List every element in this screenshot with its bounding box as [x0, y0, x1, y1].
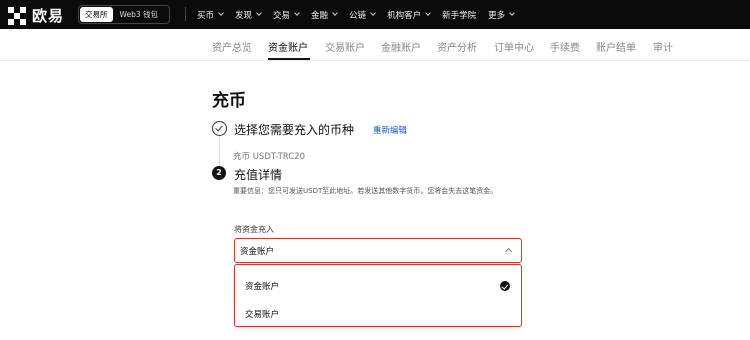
deposit-to-label: 将资金充入 — [234, 225, 274, 234]
chevron-down-icon — [332, 10, 338, 16]
tab-order-center[interactable]: 订单中心 — [494, 39, 534, 54]
account-subnav: 资产总览 资金账户 交易账户 金融账户 资产分析 订单中心 手续费 账户结单 审… — [0, 29, 750, 61]
chevron-down-icon — [370, 10, 376, 16]
tab-audit[interactable]: 审计 — [653, 39, 673, 54]
selected-check-icon — [500, 281, 510, 291]
step-complete-check-icon — [212, 121, 227, 136]
important-notice: 重要信息：您只可发送USDT至此地址。若发送其他数字货币，您将会失去这笔资金。 — [233, 187, 498, 195]
reedit-link[interactable]: 重新编辑 — [373, 124, 407, 136]
tab-asset-analysis[interactable]: 资产分析 — [437, 39, 477, 54]
menu-label: 发现 — [235, 10, 253, 21]
menu-finance[interactable]: 金融 — [311, 9, 338, 21]
brand-logo[interactable]: 欧易 — [8, 5, 64, 26]
chevron-up-icon — [504, 247, 513, 256]
menu-label: 更多 — [488, 10, 506, 21]
tab-fees[interactable]: 手续费 — [550, 39, 580, 54]
menu-label: 公链 — [349, 10, 367, 21]
chevron-down-icon — [218, 10, 224, 16]
nav-divider — [185, 7, 186, 21]
menu-label: 买币 — [197, 10, 215, 21]
menu-label: 机构客户 — [387, 10, 422, 21]
menu-discover[interactable]: 发现 — [235, 9, 262, 21]
option-funding-account[interactable]: 资金账户 — [245, 280, 279, 292]
menu-academy[interactable]: 新手学院 — [442, 9, 476, 21]
chevron-down-icon — [256, 10, 262, 16]
active-tab-indicator — [268, 58, 310, 60]
tab-statements[interactable]: 账户结单 — [596, 39, 636, 54]
tab-funding-account[interactable]: 资金账户 — [268, 39, 308, 54]
menu-label: 金融 — [311, 10, 329, 21]
menu-public-chain[interactable]: 公链 — [349, 9, 376, 21]
deposit-account-select[interactable]: 资金账户 — [234, 238, 522, 263]
tab-earn-account[interactable]: 金融账户 — [381, 39, 421, 54]
step-connector — [219, 137, 220, 165]
step1-title: 选择您需要充入的币种 — [234, 123, 355, 137]
okx-logo-icon — [8, 6, 28, 25]
top-nav: 欧易 交易所 Web3 钱包 买币 发现 交易 金融 公链 机构客户 新手学院 … — [0, 0, 750, 29]
chevron-down-icon — [294, 10, 300, 16]
menu-trade[interactable]: 交易 — [273, 9, 300, 21]
chevron-down-icon — [425, 10, 431, 16]
select-value: 资金账户 — [240, 247, 275, 257]
menu-institutional[interactable]: 机构客户 — [387, 9, 431, 21]
exchange-toggle[interactable]: 交易所 — [80, 7, 113, 22]
menu-label: 交易 — [273, 10, 291, 21]
step1-summary: 充币 USDT-TRC20 — [233, 152, 305, 162]
menu-buy-crypto[interactable]: 买币 — [197, 9, 224, 21]
page-title: 充币 — [212, 91, 246, 111]
option-trading-account[interactable]: 交易账户 — [245, 308, 279, 320]
main-menu: 买币 发现 交易 金融 公链 机构客户 新手学院 更多 — [197, 0, 515, 29]
web3-wallet-toggle[interactable]: Web3 钱包 — [115, 7, 164, 22]
menu-label: 新手学院 — [442, 10, 477, 21]
tab-asset-overview[interactable]: 资产总览 — [212, 39, 252, 54]
account-dropdown-menu: 资金账户 交易账户 — [234, 264, 522, 327]
step2-title: 充值详情 — [234, 168, 283, 182]
chevron-down-icon — [509, 10, 515, 16]
menu-more[interactable]: 更多 — [488, 9, 515, 21]
tab-trading-account[interactable]: 交易账户 — [325, 39, 365, 54]
exchange-web3-switch: 交易所 Web3 钱包 — [78, 5, 170, 24]
step2-number-badge: 2 — [212, 166, 226, 180]
brand-name: 欧易 — [32, 7, 65, 25]
